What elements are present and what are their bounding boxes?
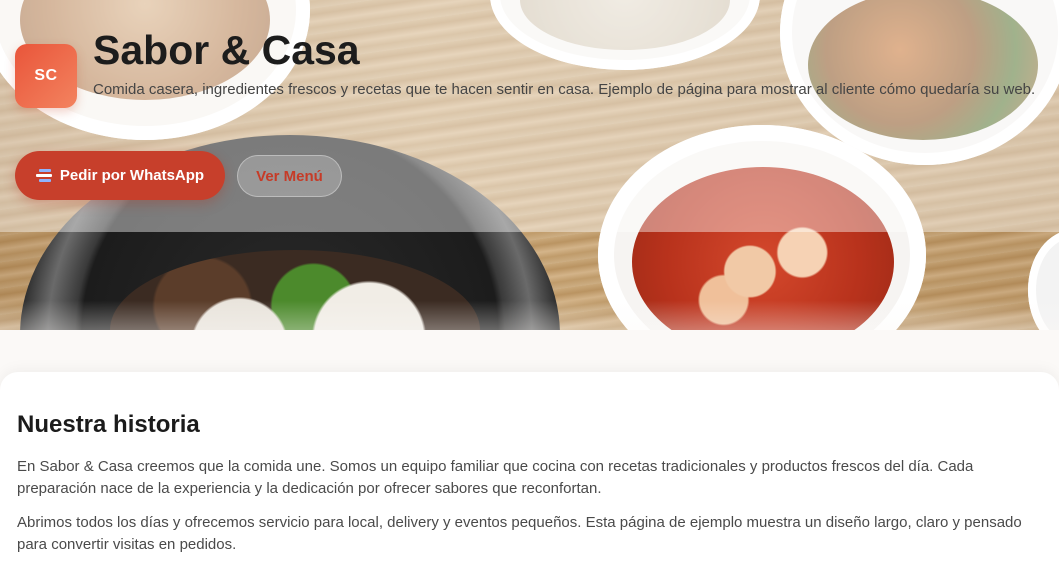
story-heading: Nuestra historia [17,411,200,438]
chat-bubble-icon [35,168,52,183]
logo-badge[interactable]: SC [15,44,77,108]
whatsapp-order-button[interactable]: Pedir por WhatsApp [15,151,225,200]
view-menu-label: Ver Menú [256,167,323,185]
hero-fade [0,232,1059,330]
brand-subtitle: Comida casera, ingredientes frescos y re… [93,81,1036,98]
view-menu-button[interactable]: Ver Menú [237,155,342,197]
story-section: Nuestra historia En Sabor & Casa creemos… [0,372,1059,568]
whatsapp-button-label: Pedir por WhatsApp [59,167,205,184]
story-paragraph: En Sabor & Casa creemos que la comida un… [17,458,974,497]
brand-title: Sabor & Casa [93,27,360,73]
story-paragraph: Abrimos todos los días y ofrecemos servi… [17,514,1022,553]
logo-initials: SC [34,67,58,84]
